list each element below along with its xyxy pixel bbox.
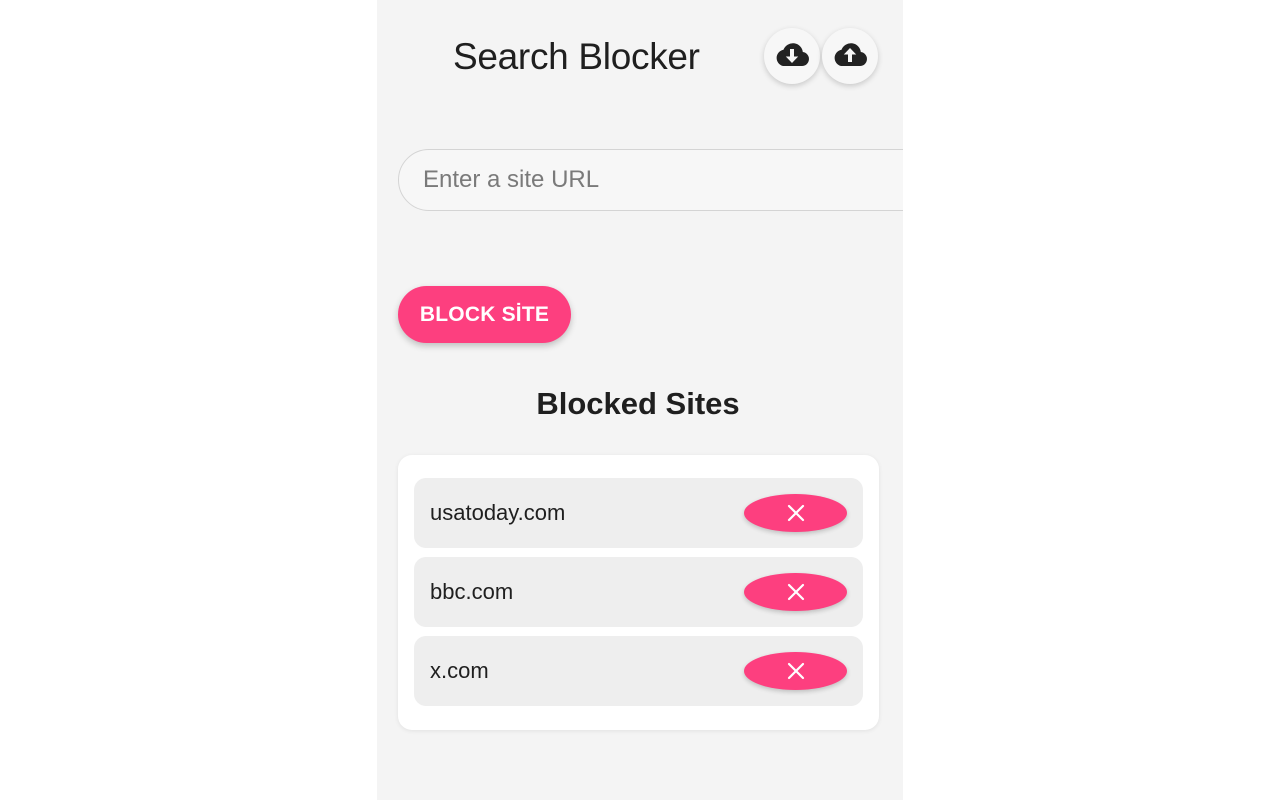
close-icon [787,583,804,601]
blocked-site-row: bbc.com [414,557,863,627]
cloud-download-icon [776,43,809,66]
blocked-site-row: x.com [414,636,863,706]
cloud-upload-icon [834,43,867,66]
blocked-site-label: x.com [430,658,489,683]
blocked-site-label: usatoday.com [430,500,566,525]
download-button[interactable] [764,28,820,84]
upload-button[interactable] [822,28,878,84]
popup-panel: Search Blocker BLOCK SİTE Blocked Sites … [377,0,903,800]
blocked-sites-list: usatoday.com bbc.com x.com [414,478,863,706]
block-site-button[interactable]: BLOCK SİTE [398,286,571,343]
close-icon [787,504,804,522]
blocked-site-label: bbc.com [430,579,514,604]
blocked-site-row: usatoday.com [414,478,863,548]
blocked-sites-heading: Blocked Sites [536,386,740,421]
remove-site-button[interactable] [744,573,847,611]
app-title: Search Blocker [453,36,700,77]
close-icon [787,662,804,680]
remove-site-button[interactable] [744,494,847,532]
site-url-input[interactable] [398,149,903,211]
blocked-sites-card: usatoday.com bbc.com x.com [398,455,879,730]
remove-site-button[interactable] [744,652,847,690]
